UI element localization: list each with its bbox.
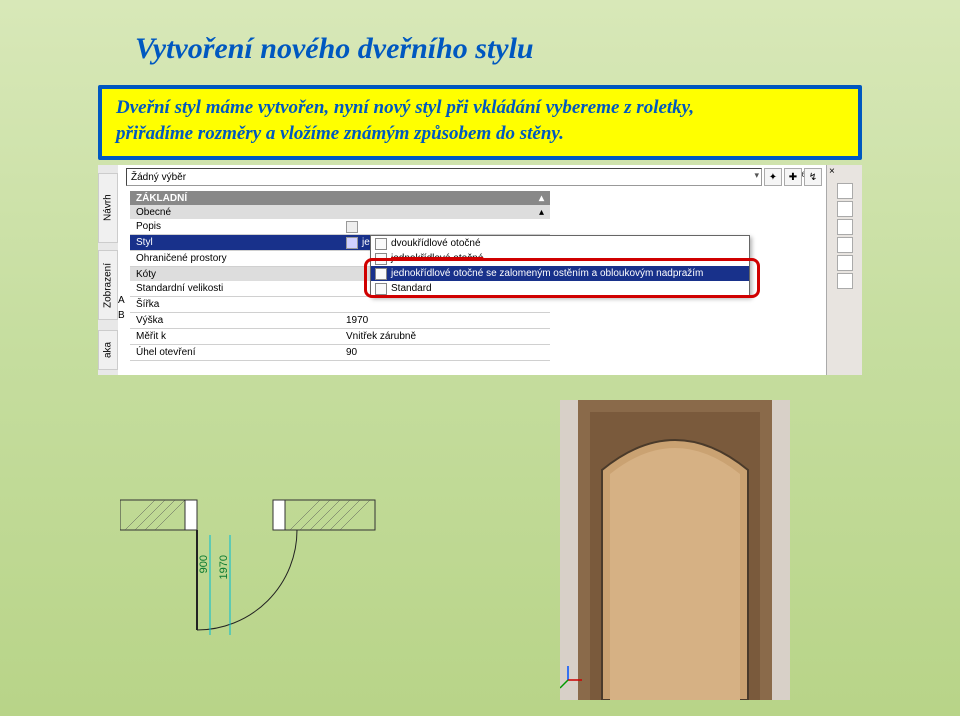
plus-icon: ✦ (769, 172, 777, 183)
door-icon (375, 253, 387, 265)
dropdown-item[interactable]: Standard (371, 281, 749, 296)
door-plan-view: 900 1970 (120, 490, 400, 670)
callout-line: přiřadíme rozměry a vložíme známým způso… (116, 121, 844, 147)
callout-line: Dveřní styl máme vytvořen, nyní nový sty… (116, 95, 844, 121)
dropdown-item-label: jednokřídlové otočné (391, 253, 483, 264)
dropdown-item[interactable]: dvoukřídlové otočné (371, 236, 749, 251)
dropdown-item-label: jednokřídlové otočné se zalomeným ostění… (391, 268, 703, 279)
prop-key: Popis (130, 219, 340, 234)
prop-value-text: 90 (346, 347, 357, 358)
field-icon (346, 221, 358, 233)
prop-row-vyska[interactable]: Výška 1970 (130, 313, 550, 329)
palette-icon[interactable] (837, 237, 853, 253)
prop-value[interactable] (340, 219, 550, 234)
dimension-width: 900 (198, 555, 210, 573)
palette-icon[interactable] (837, 183, 853, 199)
label-a: A (118, 295, 128, 306)
door-svg (560, 400, 790, 700)
prop-value-text: 1970 (346, 315, 368, 326)
close-icon[interactable]: × (829, 166, 835, 177)
dropdown-item-label: dvoukřídlové otočné (391, 238, 481, 249)
plan-svg (120, 490, 400, 670)
instruction-callout: Dveřní styl máme vytvořen, nyní nový sty… (98, 85, 862, 160)
side-tab-navrh[interactable]: Návrh (98, 173, 118, 243)
prop-row-sirka[interactable]: Šířka (130, 297, 550, 313)
subsection-obecne[interactable]: Obecné ▴ (130, 205, 550, 219)
prop-row-popis[interactable]: Popis (130, 219, 550, 235)
side-tab-zobrazeni[interactable]: Zobrazení (98, 250, 118, 320)
prop-value[interactable] (340, 297, 550, 312)
prop-key: Styl (130, 235, 340, 250)
selection-combo[interactable]: Žádný výběr (126, 168, 762, 186)
palette-icon[interactable] (837, 273, 853, 289)
toolbar-icon[interactable]: ✚ (784, 168, 802, 186)
side-tab-strip: Návrh Zobrazení aka (98, 165, 118, 375)
side-tab-aka[interactable]: aka (98, 330, 118, 370)
selection-toolbar: Žádný výběr ✦ ✚ ↯ (126, 167, 822, 187)
dropdown-item-selected[interactable]: jednokřídlové otočné se zalomeným ostění… (371, 266, 749, 281)
door-elevation-view (560, 400, 790, 700)
palette-icon[interactable] (837, 255, 853, 271)
prop-row-merit[interactable]: Měřit k Vnitřek zárubně (130, 329, 550, 345)
section-header-label: ZÁKLADNÍ (136, 193, 187, 204)
prop-key: Měřit k (130, 329, 340, 344)
chevron-up-icon: ▴ (539, 207, 544, 218)
style-dropdown[interactable]: dvoukřídlové otočné jednokřídlové otočné… (370, 235, 750, 297)
prop-key: Šířka (130, 297, 340, 312)
prop-value[interactable]: 1970 (340, 313, 550, 328)
toolbar-icon[interactable]: ↯ (804, 168, 822, 186)
door-icon (375, 283, 387, 295)
palette-icon[interactable] (837, 219, 853, 235)
toolbar-icon[interactable]: ✦ (764, 168, 782, 186)
right-tool-palette: × (826, 165, 862, 375)
door-icon (375, 268, 387, 280)
palette-icon[interactable] (837, 201, 853, 217)
subsection-label: Obecné (136, 207, 171, 218)
prop-key: Standardní velikosti (130, 281, 340, 296)
prop-key: Ohraničené prostory (130, 251, 340, 266)
dropdown-item[interactable]: jednokřídlové otočné (371, 251, 749, 266)
subsection-label: Kóty (136, 269, 156, 280)
ab-labels: A B (118, 295, 128, 321)
properties-panel-screenshot: DleHla Návrh Zobrazení aka A B Žádný výb… (98, 165, 862, 375)
prop-row-uhel[interactable]: Úhel otevření 90 (130, 345, 550, 361)
label-b: B (118, 310, 128, 321)
filter-icon: ✚ (789, 172, 797, 183)
prop-value[interactable]: Vnitřek zárubně (340, 329, 550, 344)
door-icon (375, 238, 387, 250)
page-title: Vytvoření nového dveřního stylu (135, 32, 534, 66)
chevron-up-icon: ▴ (539, 193, 544, 204)
selection-combo-text: Žádný výběr (131, 172, 186, 183)
style-icon (346, 237, 358, 249)
select-icon: ↯ (809, 172, 817, 183)
prop-key: Úhel otevření (130, 345, 340, 360)
dropdown-item-label: Standard (391, 283, 432, 294)
prop-value-text: Vnitřek zárubně (346, 331, 416, 342)
prop-value[interactable]: 90 (340, 345, 550, 360)
dimension-height: 1970 (218, 555, 230, 579)
section-header-zakladni[interactable]: ZÁKLADNÍ ▴ (130, 191, 550, 205)
prop-key: Výška (130, 313, 340, 328)
